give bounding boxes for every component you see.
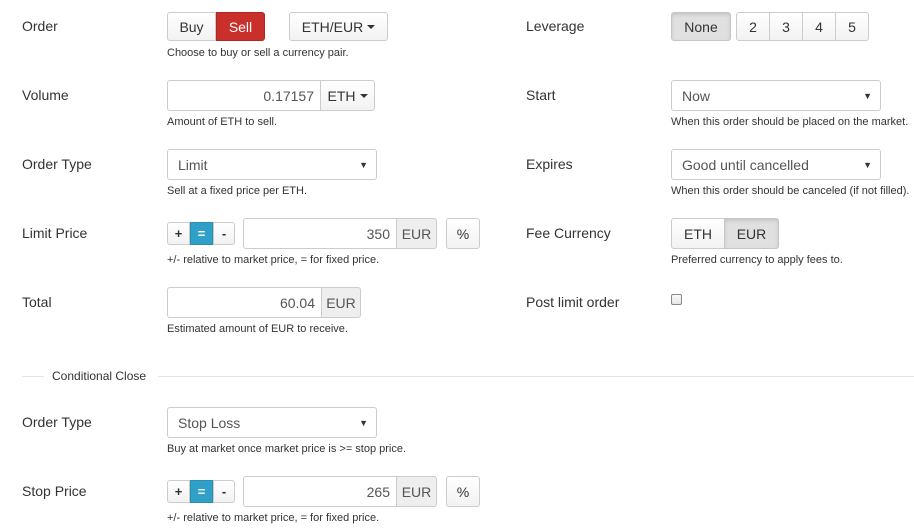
volume-unit-dropdown[interactable]: ETH	[320, 80, 375, 111]
stop-price-equals-button[interactable]: =	[190, 480, 213, 503]
stop-price-help: +/- relative to market price, = for fixe…	[167, 512, 380, 524]
caret-down-icon	[359, 93, 368, 98]
fee-currency-eur-button[interactable]: EUR	[724, 218, 779, 249]
order-label: Order	[22, 18, 58, 34]
stop-price-unit: EUR	[396, 476, 437, 507]
limit-price-equals-button[interactable]: =	[190, 222, 213, 245]
limit-price-percent-button[interactable]: %	[446, 218, 480, 249]
order-type-help: Sell at a fixed price per ETH.	[167, 185, 308, 197]
fee-currency-help: Preferred currency to apply fees to.	[671, 254, 843, 266]
order-help: Choose to buy or sell a currency pair.	[167, 47, 349, 59]
limit-price-minus-button[interactable]: -	[213, 222, 235, 245]
section-divider-right	[158, 376, 914, 377]
limit-price-input[interactable]: 350	[243, 218, 397, 249]
start-label: Start	[526, 87, 556, 103]
select-arrow-icon: ▼	[359, 159, 368, 170]
section-divider-left	[22, 376, 44, 377]
leverage-label: Leverage	[526, 18, 585, 34]
expires-label: Expires	[526, 156, 573, 172]
leverage-2-button[interactable]: 2	[736, 12, 770, 41]
total-label: Total	[22, 294, 52, 310]
limit-price-plus-button[interactable]: +	[167, 222, 190, 245]
close-order-type-help: Buy at market once market price is >= st…	[167, 443, 407, 455]
expires-select[interactable]: Good until cancelled ▼	[671, 149, 881, 180]
volume-input[interactable]: 0.17157	[167, 80, 321, 111]
start-value: Now	[682, 87, 711, 104]
expires-value: Good until cancelled	[682, 156, 809, 173]
currency-pair-dropdown[interactable]: ETH/EUR	[289, 12, 388, 41]
volume-unit-label: ETH	[327, 87, 356, 104]
fee-currency-label: Fee Currency	[526, 225, 611, 241]
buy-button[interactable]: Buy	[167, 12, 216, 41]
order-type-value: Limit	[178, 156, 208, 173]
leverage-none-button[interactable]: None	[671, 12, 731, 41]
total-unit: EUR	[321, 287, 361, 318]
post-limit-order-label: Post limit order	[526, 294, 620, 310]
fee-currency-eth-button[interactable]: ETH	[671, 218, 725, 249]
conditional-close-title: Conditional Close	[52, 369, 147, 383]
sell-button[interactable]: Sell	[216, 12, 265, 41]
leverage-3-button[interactable]: 3	[769, 12, 803, 41]
stop-price-percent-button[interactable]: %	[446, 476, 480, 507]
limit-price-unit: EUR	[396, 218, 437, 249]
select-arrow-icon: ▼	[863, 159, 872, 170]
stop-price-input[interactable]: 265	[243, 476, 397, 507]
stop-price-minus-button[interactable]: -	[213, 480, 235, 503]
stop-price-plus-button[interactable]: +	[167, 480, 190, 503]
caret-down-icon	[367, 24, 376, 29]
volume-help: Amount of ETH to sell.	[167, 116, 278, 128]
leverage-5-button[interactable]: 5	[835, 12, 869, 41]
close-order-type-label: Order Type	[22, 414, 92, 430]
total-input: 60.04	[167, 287, 322, 318]
select-arrow-icon: ▼	[863, 90, 872, 101]
total-help: Estimated amount of EUR to receive.	[167, 323, 348, 335]
leverage-4-button[interactable]: 4	[802, 12, 836, 41]
select-arrow-icon: ▼	[359, 417, 368, 428]
stop-price-label: Stop Price	[22, 483, 87, 499]
limit-price-label: Limit Price	[22, 225, 88, 241]
start-help: When this order should be placed on the …	[671, 116, 909, 128]
order-type-label: Order Type	[22, 156, 92, 172]
limit-price-help: +/- relative to market price, = for fixe…	[167, 254, 380, 266]
post-limit-order-checkbox[interactable]	[671, 294, 682, 305]
expires-help: When this order should be canceled (if n…	[671, 185, 910, 197]
volume-label: Volume	[22, 87, 69, 103]
currency-pair-label: ETH/EUR	[301, 18, 364, 35]
order-type-select[interactable]: Limit ▼	[167, 149, 377, 180]
close-order-type-value: Stop Loss	[178, 414, 241, 431]
close-order-type-select[interactable]: Stop Loss ▼	[167, 407, 377, 438]
start-select[interactable]: Now ▼	[671, 80, 881, 111]
